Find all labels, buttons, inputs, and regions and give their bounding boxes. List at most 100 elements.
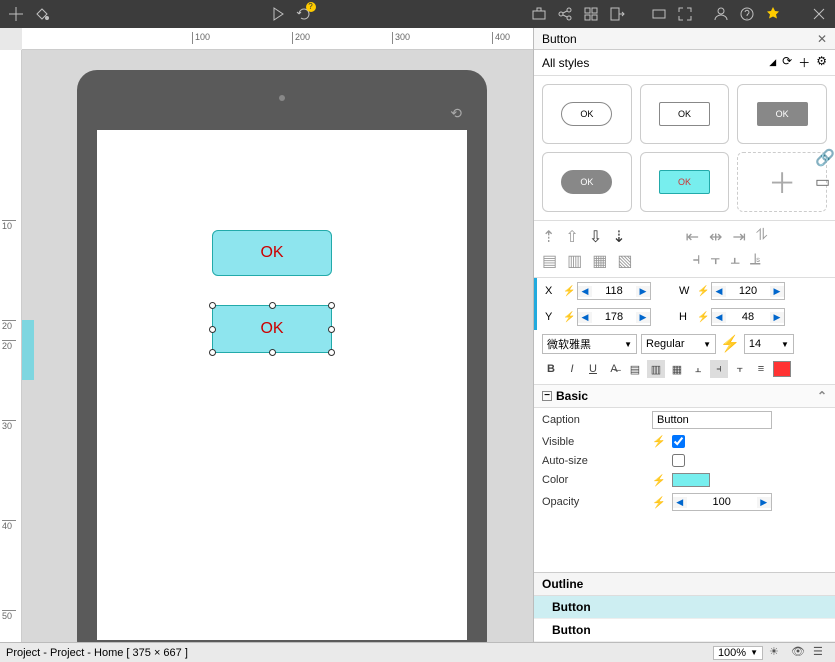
dist-v2-icon[interactable]: ⫟ [711, 251, 721, 271]
device-camera-icon [279, 95, 285, 101]
help-icon[interactable] [739, 6, 755, 22]
refresh-styles-icon[interactable]: ⟳ [782, 54, 792, 71]
color-swatch[interactable] [672, 473, 710, 487]
paint-bucket-icon[interactable] [34, 6, 50, 22]
text-color-swatch[interactable] [773, 361, 791, 377]
resize-handle-w[interactable] [209, 326, 216, 333]
w-inc-icon[interactable]: ▶ [770, 286, 784, 297]
play-icon[interactable] [270, 6, 286, 22]
visible-checkbox[interactable] [672, 435, 685, 448]
dist-v3-icon[interactable]: ⫠ [730, 251, 740, 271]
resize-handle-ne[interactable] [328, 302, 335, 309]
canvas-button-2-selected[interactable]: OK [212, 305, 332, 353]
menu-icon[interactable]: ☰ [813, 645, 829, 661]
style-chip-2[interactable]: OK [640, 84, 730, 144]
style-presets: OK OK OK OK OK ＋ [534, 76, 835, 220]
exit-icon[interactable] [609, 6, 625, 22]
x-inc-icon[interactable]: ▶ [636, 286, 650, 297]
resize-handle-nw[interactable] [209, 302, 216, 309]
style-chip-4[interactable]: OK [542, 152, 632, 212]
dist-h2-icon[interactable]: ⇹ [709, 227, 722, 247]
brightness-icon[interactable]: ☀ [769, 645, 785, 661]
align-bottom-icon[interactable]: ⇣ [612, 227, 625, 247]
y-dec-icon[interactable]: ◀ [578, 312, 592, 323]
x-dec-icon[interactable]: ◀ [578, 286, 592, 297]
align-right-icon[interactable]: ▦ [592, 251, 607, 271]
caption-input[interactable] [652, 411, 772, 429]
guide-strip [22, 320, 34, 380]
styles-dropdown-icon[interactable]: ◢ [769, 57, 776, 68]
eye-icon[interactable]: 👁 [791, 645, 807, 661]
collapse-icon[interactable]: − [542, 391, 552, 401]
share-icon[interactable] [557, 6, 573, 22]
add-style-icon[interactable]: ＋ [798, 54, 810, 71]
align-just-icon[interactable]: ▧ [617, 251, 632, 271]
align-left-icon[interactable]: ▤ [542, 251, 557, 271]
user-icon[interactable] [713, 6, 729, 22]
h-inc-icon[interactable]: ▶ [770, 312, 784, 323]
layers-icon[interactable]: ▭ [815, 172, 833, 190]
line-height-icon[interactable]: ≡ [752, 360, 770, 378]
link-icon[interactable]: 🔗 [815, 148, 833, 166]
italic-icon[interactable]: I [563, 360, 581, 378]
w-input[interactable]: ◀120▶ [711, 282, 785, 300]
style-chip-5[interactable]: OK [640, 152, 730, 212]
w-dec-icon[interactable]: ◀ [712, 286, 726, 297]
outline-item-2[interactable]: Button [534, 619, 835, 642]
outline-item-1[interactable]: Button [534, 596, 835, 619]
font-size-select[interactable]: 14▼ [744, 334, 794, 354]
h-dec-icon[interactable]: ◀ [712, 312, 726, 323]
export-icon[interactable] [531, 6, 547, 22]
dist-h3-icon[interactable]: ⇥ [732, 227, 745, 247]
underline-icon[interactable]: U [584, 360, 602, 378]
h-input[interactable]: ◀48▶ [711, 308, 785, 326]
resize-handle-e[interactable] [328, 326, 335, 333]
resize-handle-n[interactable] [269, 302, 276, 309]
dist-v4-icon[interactable]: ⫡ [750, 251, 761, 271]
align-up-icon[interactable]: ⇧ [565, 227, 578, 247]
panel-close-icon[interactable]: ✕ [817, 32, 827, 46]
rectangle-icon[interactable] [651, 6, 667, 22]
valign-mid-icon[interactable]: ⫞ [710, 360, 728, 378]
chevron-up-icon[interactable]: ⌃ [817, 389, 827, 403]
align-top-icon[interactable]: ⇡ [542, 227, 555, 247]
gear-icon[interactable]: ⚙ [816, 54, 827, 71]
x-input[interactable]: ◀118▶ [577, 282, 651, 300]
resize-handle-s[interactable] [269, 349, 276, 356]
font-family-select[interactable]: 微软雅黑▼ [542, 334, 637, 354]
font-weight-select[interactable]: Regular▼ [641, 334, 716, 354]
bold-icon[interactable]: B [542, 360, 560, 378]
zoom-select[interactable]: 100%▼ [713, 646, 763, 660]
fullscreen-icon[interactable] [677, 6, 693, 22]
grid-icon[interactable] [8, 6, 24, 22]
y-input[interactable]: ◀178▶ [577, 308, 651, 326]
opacity-input[interactable]: ◀100▶ [672, 493, 772, 511]
style-chip-add[interactable]: ＋ [737, 152, 827, 212]
valign-bot-icon[interactable]: ⫟ [731, 360, 749, 378]
dist-h1-icon[interactable]: ⇤ [686, 227, 699, 247]
style-chip-3[interactable]: OK [737, 84, 827, 144]
device-rotate-icon[interactable]: ⟲ [450, 105, 462, 122]
device-screen[interactable]: OK OK [97, 130, 467, 640]
canvas-button-1[interactable]: OK [212, 230, 332, 276]
text-align-left-icon[interactable]: ▤ [626, 360, 644, 378]
y-inc-icon[interactable]: ▶ [636, 312, 650, 323]
align-down-icon[interactable]: ⇩ [589, 227, 602, 247]
autosize-checkbox[interactable] [672, 454, 685, 467]
apps-icon[interactable] [583, 6, 599, 22]
window-close-icon[interactable] [811, 6, 827, 22]
resize-handle-sw[interactable] [209, 349, 216, 356]
strike-icon[interactable]: A̶ [605, 360, 623, 378]
resize-handle-se[interactable] [328, 349, 335, 356]
dist-h4-icon[interactable]: ⥮ [756, 227, 768, 247]
valign-top-icon[interactable]: ⫠ [689, 360, 707, 378]
style-chip-1[interactable]: OK [542, 84, 632, 144]
canvas-viewport[interactable]: ⟲ OK OK [22, 50, 533, 642]
star-icon[interactable] [765, 6, 781, 22]
text-align-center-icon[interactable]: ▥ [647, 360, 665, 378]
basic-section-header[interactable]: − Basic ⌃ [534, 385, 835, 408]
align-center-icon[interactable]: ▥ [567, 251, 582, 271]
refresh-badge-icon[interactable]: ? [296, 6, 312, 22]
dist-v1-icon[interactable]: ⫞ [693, 251, 701, 271]
text-align-right-icon[interactable]: ▦ [668, 360, 686, 378]
